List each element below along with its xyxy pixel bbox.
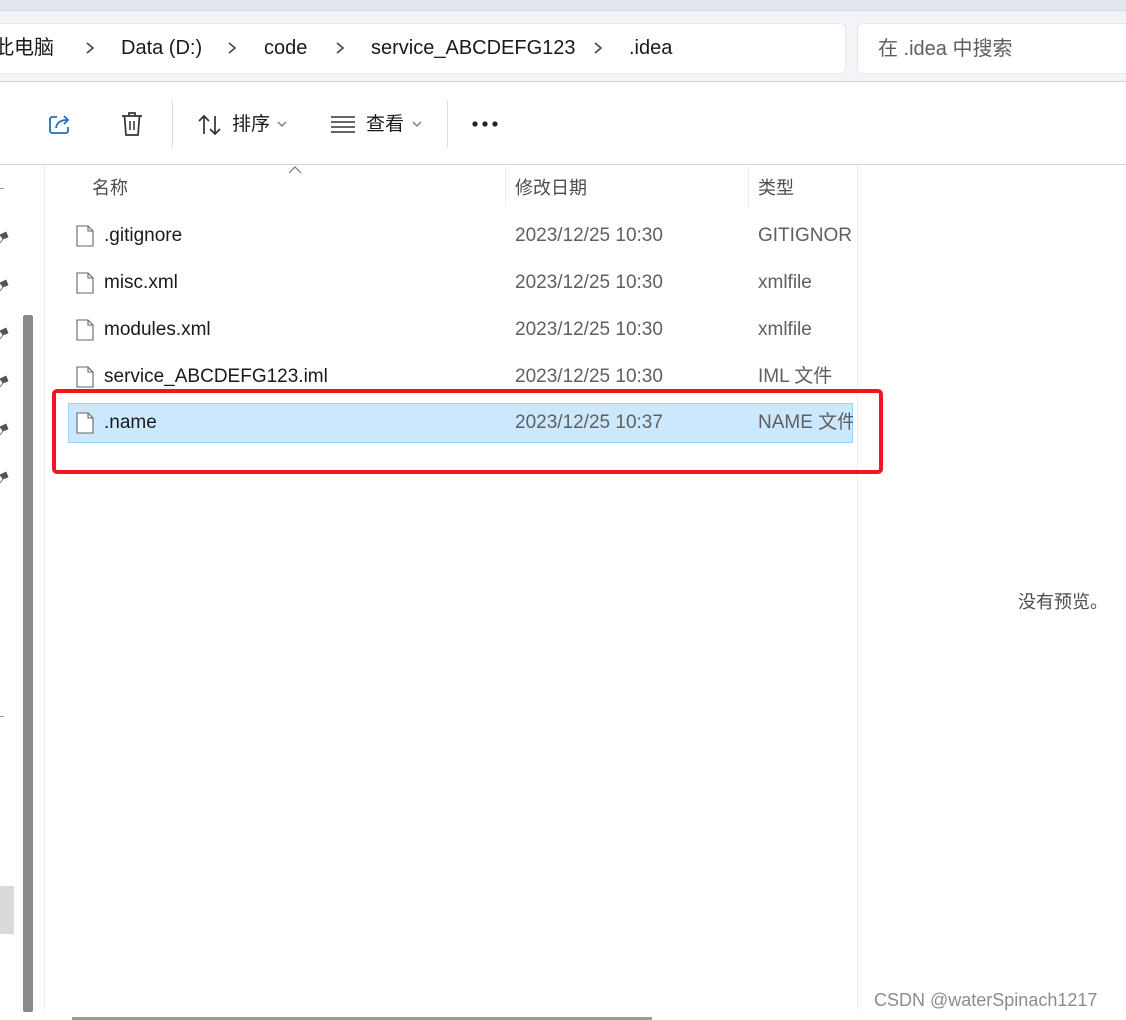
breadcrumb-service-folder[interactable]: service_ABCDEFG123	[371, 35, 576, 61]
file-icon	[76, 319, 94, 341]
file-name: modules.xml	[104, 319, 211, 340]
column-divider[interactable]	[505, 167, 506, 207]
pin-icon[interactable]	[0, 423, 10, 435]
column-header-name[interactable]: 名称	[92, 177, 128, 199]
column-divider[interactable]	[748, 167, 749, 207]
breadcrumb-data-drive[interactable]: Data (D:)	[121, 35, 202, 61]
file-icon	[76, 225, 94, 247]
chevron-down-icon[interactable]	[276, 119, 288, 129]
file-row[interactable]: misc.xml 2023/12/25 10:30 xmlfile	[68, 263, 853, 303]
column-header-type[interactable]: 类型	[758, 177, 794, 199]
nav-hover-item[interactable]	[0, 886, 14, 934]
pin-icon[interactable]	[0, 471, 10, 483]
trash-icon[interactable]	[120, 110, 144, 138]
pin-icon[interactable]	[0, 327, 10, 339]
preview-empty-text: 没有预览。	[1018, 592, 1108, 612]
search-input[interactable]	[878, 36, 1118, 62]
sort-icon[interactable]	[197, 113, 223, 137]
column-header-date[interactable]: 修改日期	[515, 177, 587, 199]
file-date: 2023/12/25 10:30	[515, 366, 663, 387]
breadcrumb-idea[interactable]: .idea	[629, 35, 672, 61]
file-date: 2023/12/25 10:30	[515, 319, 663, 340]
nav-divider	[0, 716, 4, 717]
file-icon	[76, 272, 94, 294]
file-name: .gitignore	[104, 225, 183, 246]
toolbar-separator	[447, 101, 448, 147]
chevron-right-icon[interactable]	[82, 40, 98, 56]
title-bar-strip	[0, 0, 1126, 11]
more-icon[interactable]	[470, 118, 500, 130]
file-name: service_ABCDEFG123.iml	[104, 366, 328, 387]
file-name: misc.xml	[104, 272, 178, 293]
share-icon[interactable]	[47, 111, 73, 137]
file-type: xmlfile	[758, 319, 812, 340]
breadcrumb-code[interactable]: code	[264, 35, 307, 61]
chevron-right-icon[interactable]	[590, 40, 606, 56]
nav-divider	[0, 188, 4, 189]
chevron-right-icon[interactable]	[332, 40, 348, 56]
file-type: xmlfile	[758, 272, 812, 293]
file-date: 2023/12/25 10:30	[515, 272, 663, 293]
watermark: CSDN @waterSpinach1217	[874, 990, 1098, 1010]
chevron-down-icon[interactable]	[411, 119, 423, 129]
pin-icon[interactable]	[0, 279, 10, 291]
annotation-highlight-box	[52, 389, 883, 474]
file-type: IML 文件	[758, 366, 833, 387]
file-date: 2023/12/25 10:30	[515, 225, 663, 246]
pin-icon[interactable]	[0, 231, 10, 243]
pin-icon[interactable]	[0, 375, 10, 387]
view-button-label[interactable]: 查看	[366, 113, 404, 137]
nav-scrollbar[interactable]	[23, 315, 33, 1012]
sort-button-label[interactable]: 排序	[232, 113, 270, 137]
file-type: GITIGNORE	[758, 225, 853, 246]
file-row[interactable]: .gitignore 2023/12/25 10:30 GITIGNORE	[68, 216, 853, 256]
file-row[interactable]: modules.xml 2023/12/25 10:30 xmlfile	[68, 310, 853, 350]
view-list-icon[interactable]	[330, 114, 356, 134]
command-bar	[0, 82, 1126, 165]
toolbar-separator	[172, 101, 173, 147]
sort-ascending-icon	[288, 166, 302, 174]
file-icon	[76, 366, 94, 388]
breadcrumb-this-pc[interactable]: 此电脑	[0, 35, 54, 61]
chevron-right-icon[interactable]	[224, 40, 240, 56]
